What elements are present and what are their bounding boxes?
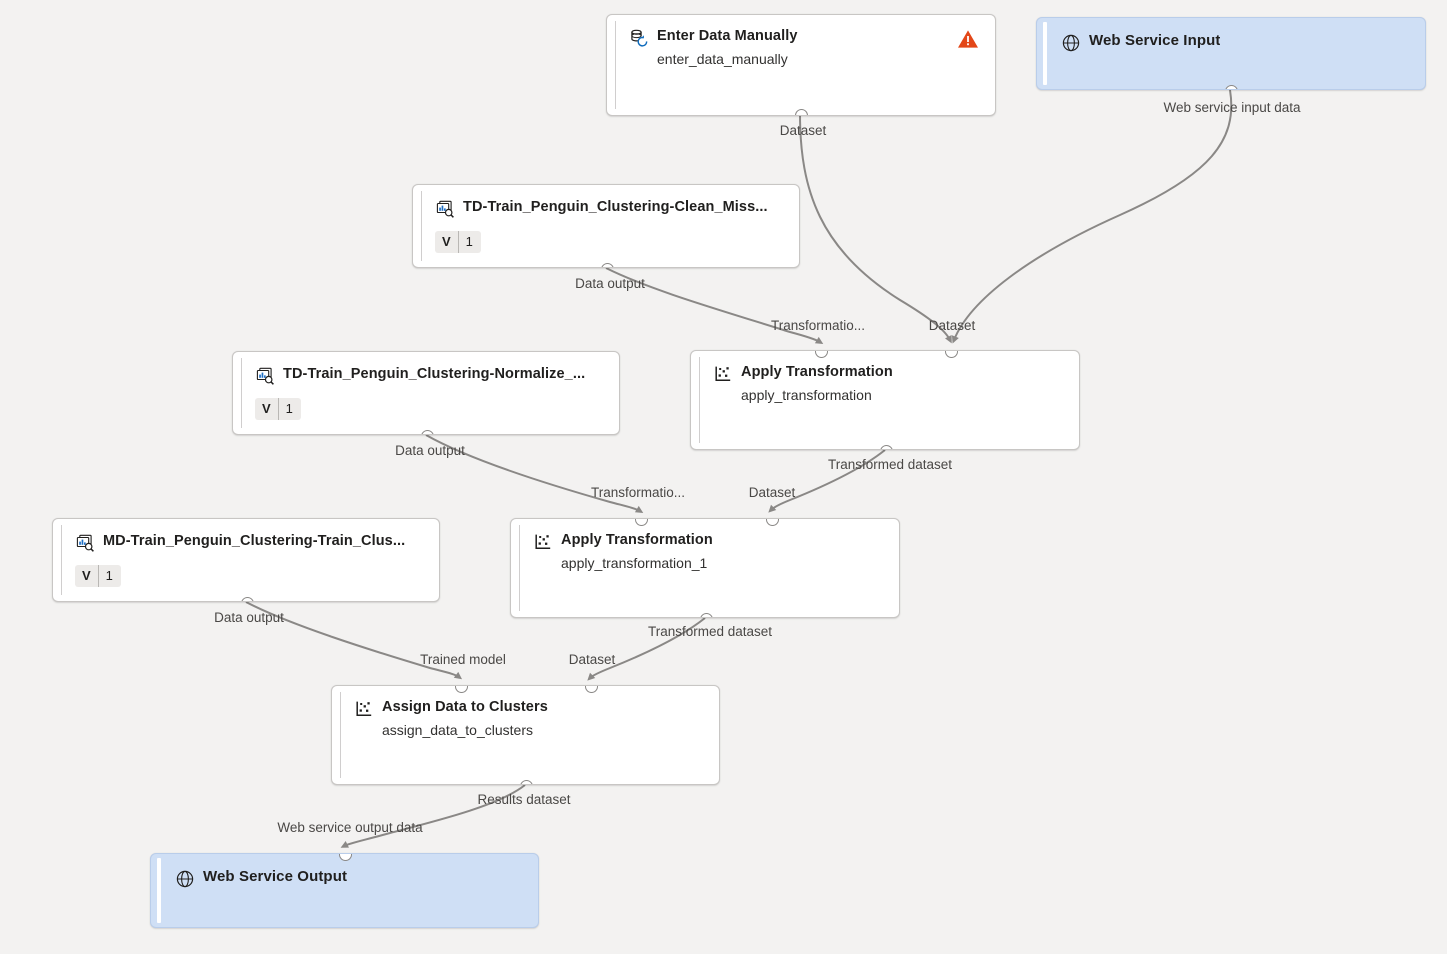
- dataset-search-icon: [435, 199, 455, 219]
- port-out-transformed-dataset[interactable]: [700, 613, 713, 619]
- port-in-transformation[interactable]: [635, 518, 648, 526]
- warning-triangle-icon[interactable]: [957, 29, 979, 49]
- node-title: Enter Data Manually: [657, 27, 798, 45]
- node-title: MD-Train_Penguin_Clustering-Train_Clus..…: [103, 532, 405, 550]
- port-label-transformation-in: Transformatio...: [771, 318, 865, 334]
- node-title: Assign Data to Clusters: [382, 698, 548, 716]
- node-subtitle: apply_transformation: [741, 386, 1067, 404]
- port-label-dataset: Dataset: [780, 123, 827, 139]
- node-subtitle: apply_transformation_1: [561, 554, 887, 572]
- port-in-dataset[interactable]: [585, 685, 598, 693]
- node-title: Apply Transformation: [561, 531, 713, 549]
- version-badge: V 1: [255, 398, 301, 420]
- port-out-transformed-dataset[interactable]: [880, 445, 893, 451]
- version-badge: V 1: [75, 565, 121, 587]
- node-subtitle: assign_data_to_clusters: [382, 721, 707, 739]
- port-label-transformed-dataset-out: Transformed dataset: [648, 624, 772, 640]
- globe-icon: [1061, 33, 1081, 53]
- port-out-dataset[interactable]: [795, 109, 808, 117]
- version-label: V: [435, 231, 458, 253]
- port-in-dataset[interactable]: [945, 350, 958, 358]
- node-accent-bar: [421, 191, 422, 261]
- port-label-data-output: Data output: [214, 610, 284, 626]
- pipeline-canvas[interactable]: Enter Data Manually enter_data_manually …: [0, 0, 1447, 954]
- version-value: 1: [99, 565, 121, 587]
- node-enter-data-manually[interactable]: Enter Data Manually enter_data_manually: [606, 14, 996, 116]
- node-title: TD-Train_Penguin_Clustering-Clean_Miss..…: [463, 198, 768, 216]
- node-accent-bar: [157, 858, 161, 923]
- node-subtitle: enter_data_manually: [657, 50, 983, 68]
- node-title: Apply Transformation: [741, 363, 893, 381]
- port-out-results-dataset[interactable]: [520, 780, 533, 786]
- port-label-dataset-in: Dataset: [749, 485, 796, 501]
- scatter-plot-icon: [713, 364, 733, 384]
- node-accent-bar: [615, 21, 616, 109]
- port-out-data-output[interactable]: [421, 430, 434, 436]
- node-td-normalize[interactable]: TD-Train_Penguin_Clustering-Normalize_..…: [232, 351, 620, 435]
- node-accent-bar: [1043, 22, 1047, 85]
- edge-webserviceinput-to-applytransformation: [954, 90, 1231, 340]
- port-label-dataset-in: Dataset: [929, 318, 976, 334]
- version-label: V: [75, 565, 98, 587]
- version-value: 1: [459, 231, 481, 253]
- node-td-clean-missing[interactable]: TD-Train_Penguin_Clustering-Clean_Miss..…: [412, 184, 800, 268]
- node-accent-bar: [340, 692, 341, 778]
- port-label-web-service-output-data: Web service output data: [277, 820, 422, 836]
- node-md-train-clustering[interactable]: MD-Train_Penguin_Clustering-Train_Clus..…: [52, 518, 440, 602]
- version-value: 1: [279, 398, 301, 420]
- node-accent-bar: [699, 357, 700, 443]
- globe-icon: [175, 869, 195, 889]
- port-label-data-output: Data output: [575, 276, 645, 292]
- edge-enterdata-to-applytransformation: [800, 114, 950, 340]
- port-label-data-output: Data output: [395, 443, 465, 459]
- node-accent-bar: [519, 525, 520, 611]
- port-label-transformation-in: Transformatio...: [591, 485, 685, 501]
- scatter-plot-icon: [533, 532, 553, 552]
- port-label-web-service-input-data: Web service input data: [1163, 100, 1300, 116]
- port-label-results-dataset-out: Results dataset: [477, 792, 570, 808]
- node-apply-transformation[interactable]: Apply Transformation apply_transformatio…: [690, 350, 1080, 450]
- node-title: TD-Train_Penguin_Clustering-Normalize_..…: [283, 365, 585, 383]
- node-web-service-output[interactable]: Web Service Output: [150, 853, 539, 928]
- port-out-web-service-input-data[interactable]: [1225, 85, 1238, 91]
- node-assign-data-to-clusters[interactable]: Assign Data to Clusters assign_data_to_c…: [331, 685, 720, 785]
- dataset-search-icon: [255, 366, 275, 386]
- port-in-trained-model[interactable]: [455, 685, 468, 693]
- port-label-transformed-dataset-out: Transformed dataset: [828, 457, 952, 473]
- version-badge: V 1: [435, 231, 481, 253]
- node-title: Web Service Input: [1089, 32, 1220, 50]
- port-in-transformation[interactable]: [815, 350, 828, 358]
- node-accent-bar: [61, 525, 62, 595]
- enter-data-icon: [629, 28, 649, 48]
- port-label-trained-model-in: Trained model: [420, 652, 506, 668]
- port-label-dataset-in: Dataset: [569, 652, 616, 668]
- version-label: V: [255, 398, 278, 420]
- node-web-service-input[interactable]: Web Service Input: [1036, 17, 1426, 90]
- node-title: Web Service Output: [203, 868, 347, 886]
- port-in-web-service-output-data[interactable]: [339, 853, 352, 861]
- dataset-search-icon: [75, 533, 95, 553]
- scatter-plot-icon: [354, 699, 374, 719]
- edge-layer: [0, 0, 1447, 954]
- node-apply-transformation-1[interactable]: Apply Transformation apply_transformatio…: [510, 518, 900, 618]
- port-out-data-output[interactable]: [241, 597, 254, 603]
- node-accent-bar: [241, 358, 242, 428]
- port-in-dataset[interactable]: [766, 518, 779, 526]
- port-out-data-output[interactable]: [601, 263, 614, 269]
